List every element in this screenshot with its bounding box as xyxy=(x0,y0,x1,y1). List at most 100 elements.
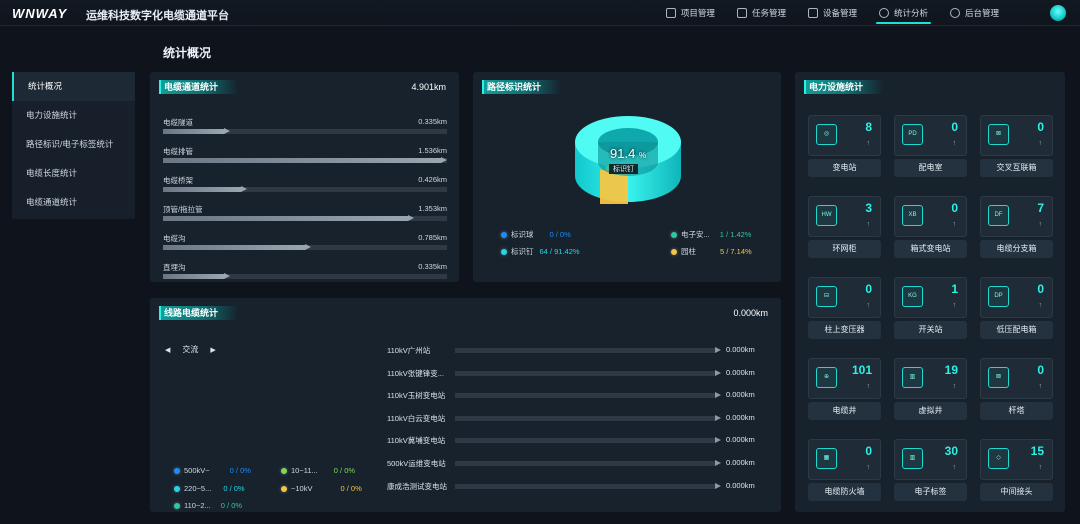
channel-bar-value: 1.353km xyxy=(418,204,447,213)
legend-marker-ball: 标识球 0 / 0% xyxy=(501,229,571,240)
facility-card[interactable]: DF 7 ↑ 电缆分支箱 xyxy=(980,196,1053,258)
facility-count: 0 xyxy=(865,444,872,458)
facility-card[interactable]: ▥ 19 ↑ 虚拟井 xyxy=(894,358,967,420)
prev-arrow-icon[interactable]: ◀ xyxy=(165,346,170,354)
sidebar-item-channel[interactable]: 电缆通道统计 xyxy=(12,188,135,217)
facility-count: 0 xyxy=(951,201,958,215)
trend-up-icon: ↑ xyxy=(952,140,957,147)
nav-item-statistics[interactable]: 统计分析 xyxy=(868,0,939,26)
facility-card[interactable]: ▦ 0 ↑ 电缆防火墙 xyxy=(808,439,881,501)
facility-label: 柱上变压器 xyxy=(808,321,881,339)
legend-dot xyxy=(501,248,507,255)
legend-dot xyxy=(671,248,677,255)
legend-below-10kv: ~10kV 0 / 0% xyxy=(281,484,362,493)
facility-card-box: DP 0 ↑ xyxy=(980,277,1053,318)
facility-card-box: ⊟ 0 ↑ xyxy=(808,277,881,318)
facility-card[interactable]: ◇ 15 ↑ 中间接头 xyxy=(980,439,1053,501)
nav-item-task[interactable]: 任务管理 xyxy=(726,0,797,26)
legend-value: 0 / 0% xyxy=(220,501,243,510)
user-avatar[interactable] xyxy=(1050,5,1066,21)
channel-bar-label: 电缆桥架 xyxy=(163,176,193,185)
legend-dot xyxy=(281,485,287,492)
facility-label: 杆塔 xyxy=(980,402,1053,420)
next-arrow-icon[interactable]: ▶ xyxy=(210,346,215,354)
nav-item-device[interactable]: 设备管理 xyxy=(797,0,868,26)
channel-bar-row: 电缆排管 1.536km xyxy=(163,146,447,163)
legend-10kv: 10~11... 0 / 0% xyxy=(281,466,355,475)
facility-count: 8 xyxy=(865,120,872,134)
legend-name: ~10kV xyxy=(291,484,313,493)
station-name: 500kV运维变电站 xyxy=(387,459,446,468)
facility-card[interactable]: ◎ 8 ↑ 变电站 xyxy=(808,115,881,177)
tower-icon: ⊠ xyxy=(988,367,1009,388)
legend-value: 0 / 0% xyxy=(340,484,362,493)
facility-card[interactable]: XB 0 ↑ 箱式变电站 xyxy=(894,196,967,258)
station-row: 康成浩测试变电站 0.000km xyxy=(387,481,769,493)
facility-card-box: PD 0 ↑ xyxy=(894,115,967,156)
legend-dot xyxy=(174,502,180,509)
facility-card[interactable]: KG 1 ↑ 开关站 xyxy=(894,277,967,339)
station-value: 0.000km xyxy=(726,367,755,377)
facility-count: 7 xyxy=(1037,201,1044,215)
station-row: 110kV冀埔变电站 0.000km xyxy=(387,435,769,447)
nav-label: 设备管理 xyxy=(822,8,857,18)
facility-card-box: ⊠ 0 ↑ xyxy=(980,358,1053,399)
facility-count: 15 xyxy=(1030,444,1044,458)
sidebar-item-marker[interactable]: 路径标识/电子标签统计 xyxy=(12,130,135,159)
facility-card-box: ▥ 19 ↑ xyxy=(894,358,967,399)
channel-bar-value: 0.335km xyxy=(418,117,447,126)
channel-bar-value: 1.536km xyxy=(418,146,447,155)
joint-icon: ◇ xyxy=(988,448,1009,469)
legend-value: 0 / 0% xyxy=(333,466,356,475)
facility-card-box: DF 7 ↑ xyxy=(980,196,1053,237)
facility-count: 0 xyxy=(865,282,872,296)
trend-up-icon: ↑ xyxy=(866,140,871,147)
facility-card-box: ◇ 15 ↑ xyxy=(980,439,1053,480)
channel-bar-label: 顶管/拖拉管 xyxy=(163,205,203,214)
grid-icon xyxy=(665,8,676,18)
facility-count: 1 xyxy=(951,282,958,296)
facility-card-box: ⊕ 101 ↑ xyxy=(808,358,881,399)
station-bar xyxy=(455,392,721,399)
station-bar xyxy=(455,369,721,376)
box-substation-icon: XB xyxy=(902,205,923,226)
facility-card[interactable]: ⊟ 0 ↑ 柱上变压器 xyxy=(808,277,881,339)
facility-card-box: XB 0 ↑ xyxy=(894,196,967,237)
legend-value: 5 / 7.14% xyxy=(720,247,752,256)
facility-card-box: KG 1 ↑ xyxy=(894,277,967,318)
facility-card[interactable]: HW 3 ↑ 环网柜 xyxy=(808,196,881,258)
channel-bar-fill xyxy=(163,157,447,163)
facility-label: 电缆井 xyxy=(808,402,881,420)
nav-item-admin[interactable]: 后台管理 xyxy=(939,0,1010,26)
nav-label: 统计分析 xyxy=(893,8,928,18)
nav-item-project[interactable]: 项目管理 xyxy=(655,0,726,26)
facility-card[interactable]: PD 0 ↑ 配电室 xyxy=(894,115,967,177)
channel-bar-fill xyxy=(163,215,414,221)
trend-up-icon: ↑ xyxy=(1038,140,1043,147)
sidebar-item-overview[interactable]: 统计概况 xyxy=(12,72,135,101)
facility-card[interactable]: ▥ 30 ↑ 电子标签 xyxy=(894,439,967,501)
facility-card[interactable]: ⊠ 0 ↑ 杆塔 xyxy=(980,358,1053,420)
facility-card[interactable]: ⊕ 101 ↑ 电缆井 xyxy=(808,358,881,420)
pole-transformer-icon: ⊟ xyxy=(816,286,837,307)
station-name: 康成浩测试变电站 xyxy=(387,481,447,491)
sidebar-item-facility[interactable]: 电力设施统计 xyxy=(12,101,135,130)
facility-card[interactable]: DP 0 ↑ 低压配电箱 xyxy=(980,277,1053,339)
brand-logo: WNWAY xyxy=(12,6,68,21)
facility-label: 开关站 xyxy=(894,321,967,339)
facility-count: 3 xyxy=(865,201,872,215)
top-bar: WNWAY 运维科技数字化电缆通道平台 项目管理 任务管理 设备管理 统计分析 … xyxy=(0,0,1080,26)
facility-count: 0 xyxy=(1037,282,1044,296)
legend-name: 园柱 xyxy=(681,247,696,256)
channel-bar-track xyxy=(163,186,447,192)
station-name: 110kV白云变电站 xyxy=(387,413,446,423)
distribution-room-icon: PD xyxy=(902,124,923,145)
sidebar-item-length[interactable]: 电缆长度统计 xyxy=(12,159,135,188)
station-value: 0.000km xyxy=(726,412,755,422)
ring-center-label: 标识钉 xyxy=(609,164,638,174)
channel-bar-label: 直埋沟 xyxy=(163,263,186,272)
station-name: 110kV冀埔变电站 xyxy=(387,436,446,446)
facility-card[interactable]: ⊠ 0 ↑ 交叉互联箱 xyxy=(980,115,1053,177)
station-bar xyxy=(455,414,721,421)
channel-bar-label: 电缆隧道 xyxy=(163,118,193,127)
